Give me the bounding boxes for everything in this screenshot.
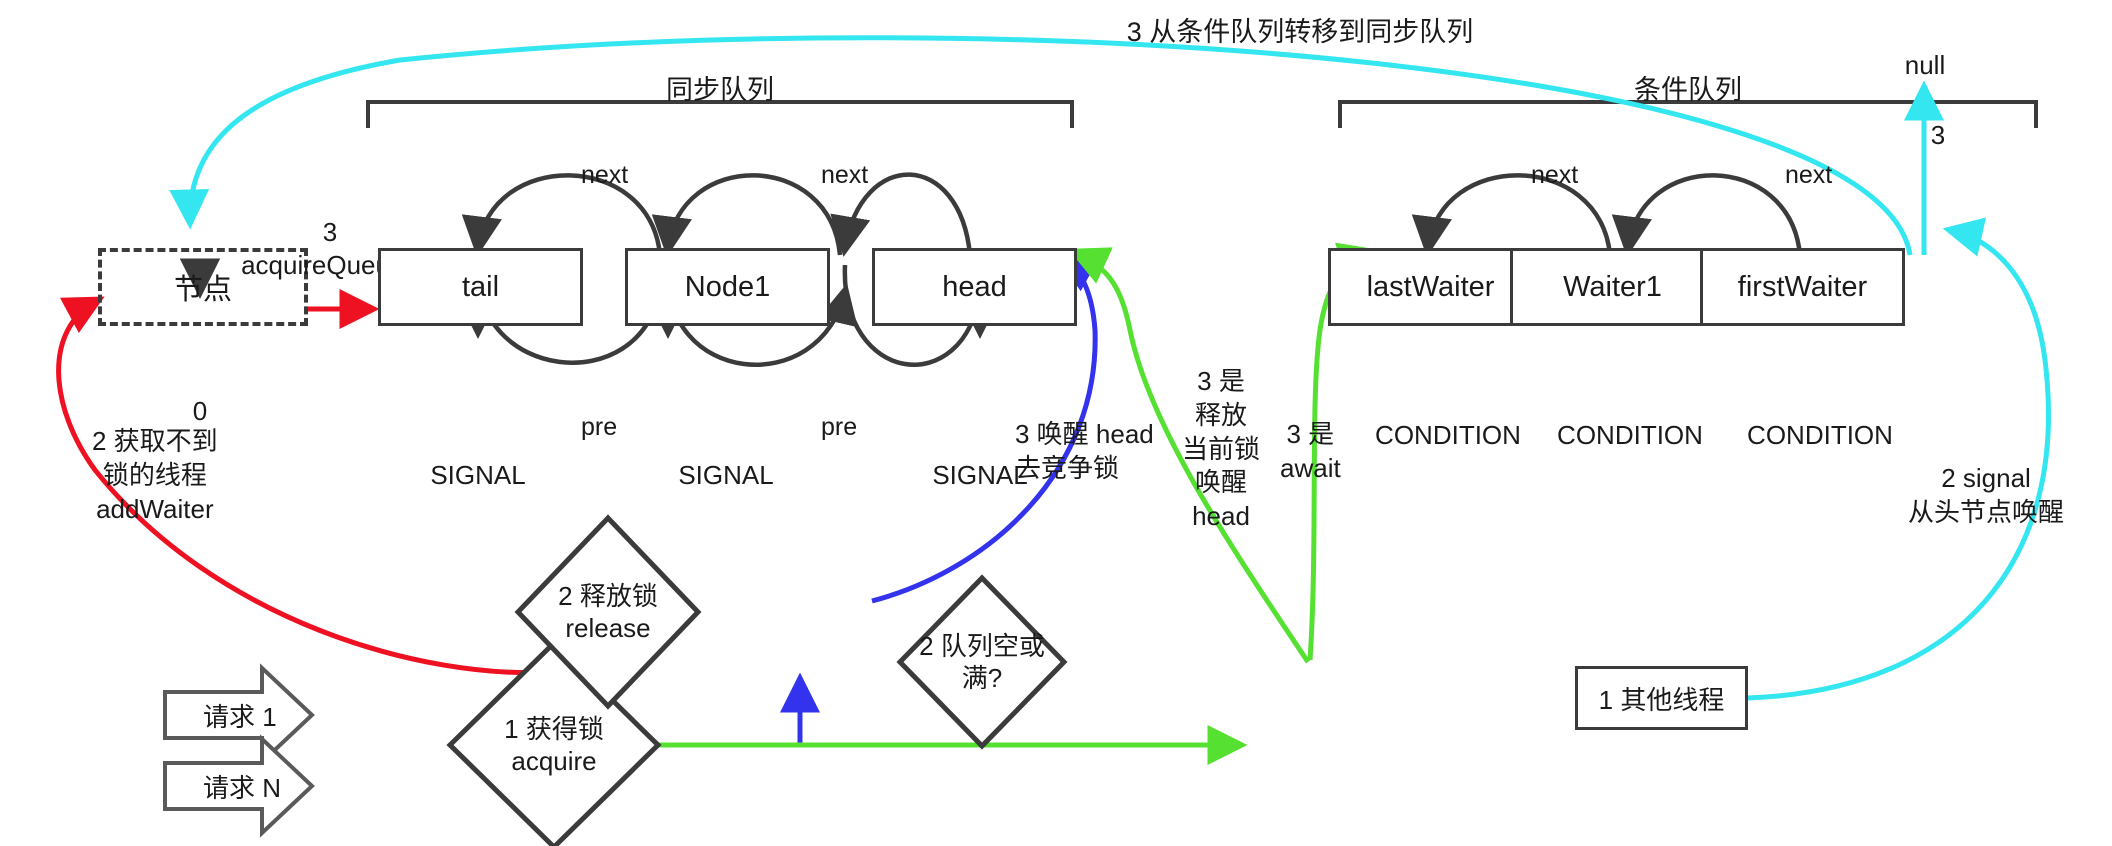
sync-node-node1[interactable]: Node1 [625,248,830,326]
sync-node-state-node1: SIGNAL [678,460,774,490]
other-thread-label: 1 其他线程 [1598,684,1725,715]
wake-head-annotation: 3 唤醒 head 去竞争锁 [1015,419,1154,483]
other-thread-box[interactable]: 1 其他线程 [1575,666,1748,730]
decision-diamond-queue-state [896,574,1068,750]
condition-node-label: lastWaiter [1366,270,1495,303]
release-current-lock-annotation: 3 是 释放 当前锁 唤醒 head [1182,366,1261,532]
condition-next-label-1: next [1531,161,1579,189]
condition-node-label: firstWaiter [1737,270,1868,303]
request-arrow-2[interactable]: 请求 N [165,763,312,809]
condition-queue-title: 条件队列 [1634,75,1742,105]
transfer-title-label: 3 从条件队列转移到同步队列 [1126,17,1474,47]
condition-next-label-2: next [1785,161,1833,189]
condition-node-label: Waiter1 [1563,270,1662,303]
condition-node-firstwaiter[interactable]: firstWaiter [1700,248,1905,326]
null-pointer-label: null [1904,50,1946,80]
sync-node-label: Node1 [684,270,771,303]
condition-next-arrows [1411,173,1803,257]
await-annotation: 3 是 await [1280,419,1341,483]
aqs-diagram-canvas: 3 从条件队列转移到同步队列 同步队列 条件队列 节点 0 3 acquireQ… [0,0,2112,846]
sync-pre-label-2: pre [821,413,858,441]
sync-next-arrows [461,172,973,257]
sync-node-label: tail [461,270,500,303]
sync-node-state-tail: SIGNAL [430,460,526,490]
sync-node-label: head [942,270,1007,303]
condition-node-state-lastwaiter: CONDITION [1375,420,1521,450]
request-arrow-label: 请求 1 [203,701,277,732]
request-arrow-label: 请求 N [203,772,282,803]
pending-node-waitstatus: 0 [192,396,208,426]
condition-node-state-firstwaiter: CONDITION [1747,420,1893,450]
sync-queue-title: 同步队列 [666,75,774,105]
condition-node-waiter1[interactable]: Waiter1 [1510,248,1715,326]
sync-node-head[interactable]: head [872,248,1077,326]
add-waiter-annotation: 2 获取不到 锁的线程 addWaiter [92,426,218,524]
sync-next-label-2: next [821,161,869,189]
request-arrow-1[interactable]: 请求 1 [165,692,312,738]
signal-annotation: 2 signal 从头节点唤醒 [1908,463,2065,527]
sync-next-label-1: next [581,161,629,189]
sync-pre-label-1: pre [581,413,618,441]
pending-node-label: 节点 [173,274,232,306]
null-step-number: 3 [1930,120,1946,150]
sync-node-tail[interactable]: tail [378,248,583,326]
condition-node-lastwaiter[interactable]: lastWaiter [1328,248,1533,326]
condition-node-state-waiter1: CONDITION [1557,420,1703,450]
